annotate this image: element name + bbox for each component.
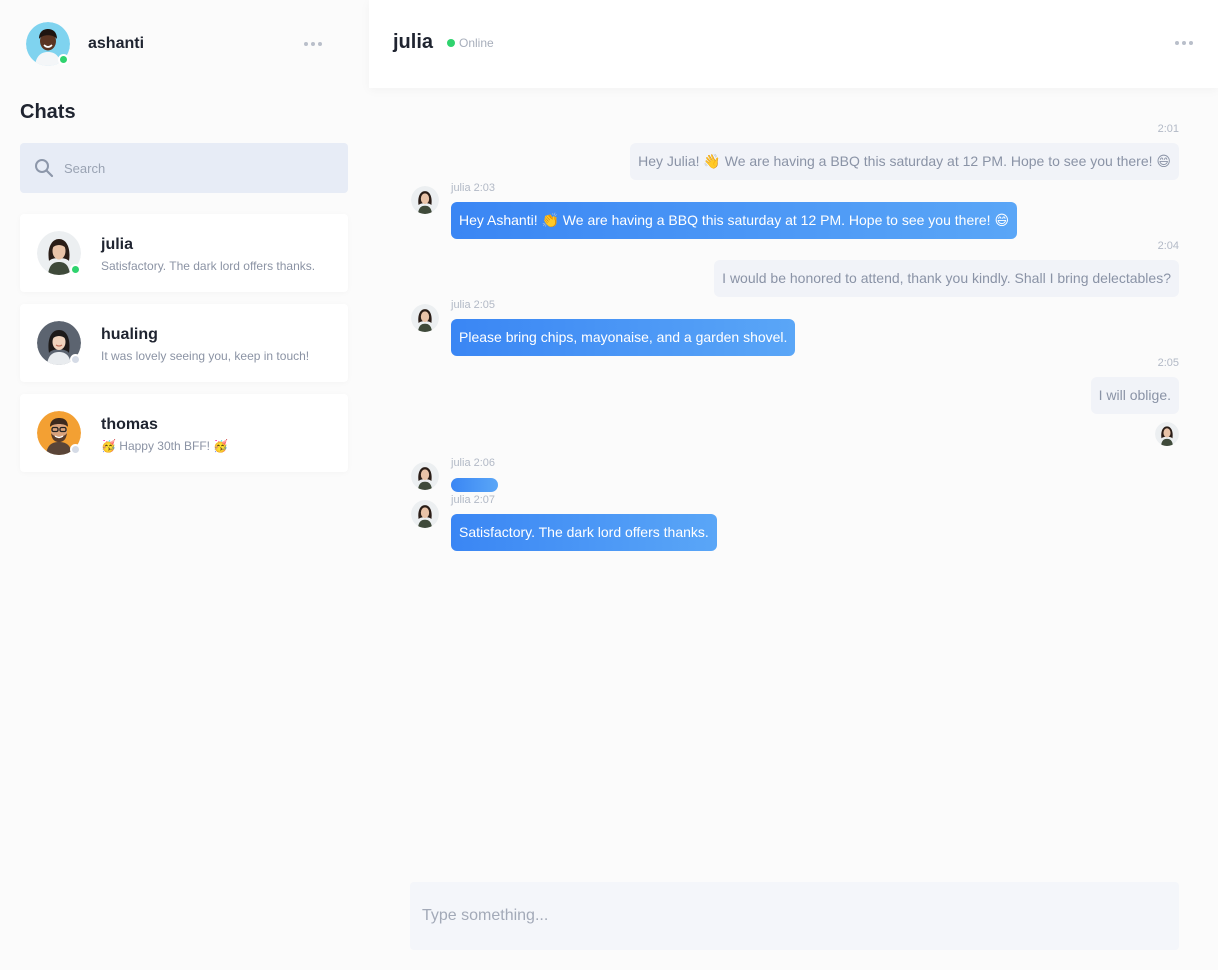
- message-time: 2:04: [1157, 240, 1179, 252]
- online-status-dot: [447, 39, 455, 47]
- sidebar: ashanti Chats julia Satisfac: [0, 0, 368, 970]
- chat-preview: Satisfactory. The dark lord offers thank…: [101, 259, 316, 273]
- current-user-name: ashanti: [88, 35, 145, 52]
- chat-item-julia[interactable]: julia Satisfactory. The dark lord offers…: [20, 214, 348, 292]
- message-meta: julia 2:07: [451, 494, 496, 506]
- avatar-julia: [411, 186, 439, 214]
- message-input[interactable]: [422, 904, 1162, 928]
- chat-name: thomas: [101, 416, 158, 433]
- avatar-julia: [411, 462, 439, 490]
- online-status-dot: [58, 54, 69, 65]
- avatar-julia: [411, 500, 439, 528]
- message-bubble-outgoing: I will oblige.: [1090, 377, 1179, 414]
- chat-preview: It was lovely seeing you, keep in touch!: [101, 349, 310, 363]
- chat-item-thomas[interactable]: thomas 🥳 Happy 30th BFF! 🥳: [20, 394, 348, 472]
- message-bubble-outgoing: Hey Julia! 👋 We are having a BBQ this sa…: [630, 143, 1179, 180]
- chat-app: ashanti Chats julia Satisfac: [0, 0, 1218, 970]
- more-options-icon[interactable]: [1175, 41, 1193, 45]
- message-meta: julia 2:06: [451, 457, 496, 469]
- offline-status-dot: [70, 354, 81, 365]
- partner-status: Online: [459, 36, 494, 50]
- more-options-icon[interactable]: [304, 42, 322, 46]
- offline-status-dot: [70, 444, 81, 455]
- read-receipt-avatar: [1155, 422, 1179, 446]
- message-time: 2:05: [1157, 357, 1179, 369]
- avatar-julia: [411, 304, 439, 332]
- chat-name: julia: [101, 236, 134, 253]
- chat-item-hualing[interactable]: hualing It was lovely seeing you, keep i…: [20, 304, 348, 382]
- search-icon: [35, 159, 54, 178]
- chat-name: hualing: [101, 326, 158, 343]
- online-status-dot: [70, 264, 81, 275]
- search-box: [20, 143, 348, 193]
- conversation-panel: julia Online 2:01 Hey Julia! 👋 We are ha…: [369, 0, 1218, 970]
- chat-preview: 🥳 Happy 30th BFF! 🥳: [101, 439, 229, 453]
- current-user: ashanti: [26, 22, 326, 66]
- chats-title: Chats: [20, 101, 76, 123]
- message-bubble-outgoing: I would be honored to attend, thank you …: [714, 260, 1179, 297]
- message-bubble-incoming: Satisfactory. The dark lord offers thank…: [451, 514, 717, 551]
- partner-name: julia: [393, 31, 434, 53]
- message-meta: julia 2:05: [451, 299, 496, 311]
- message-composer: [410, 882, 1179, 950]
- message-meta: julia 2:03: [451, 182, 496, 194]
- message-time: 2:01: [1157, 123, 1179, 135]
- search-input[interactable]: [64, 157, 334, 179]
- message-bubble-incoming: Please bring chips, mayonaise, and a gar…: [451, 319, 796, 356]
- message-bubble-incoming: Hey Ashanti! 👏 We are having a BBQ this …: [451, 202, 1018, 239]
- message-bubble-empty: [451, 478, 498, 492]
- conversation-header: julia Online: [369, 0, 1218, 88]
